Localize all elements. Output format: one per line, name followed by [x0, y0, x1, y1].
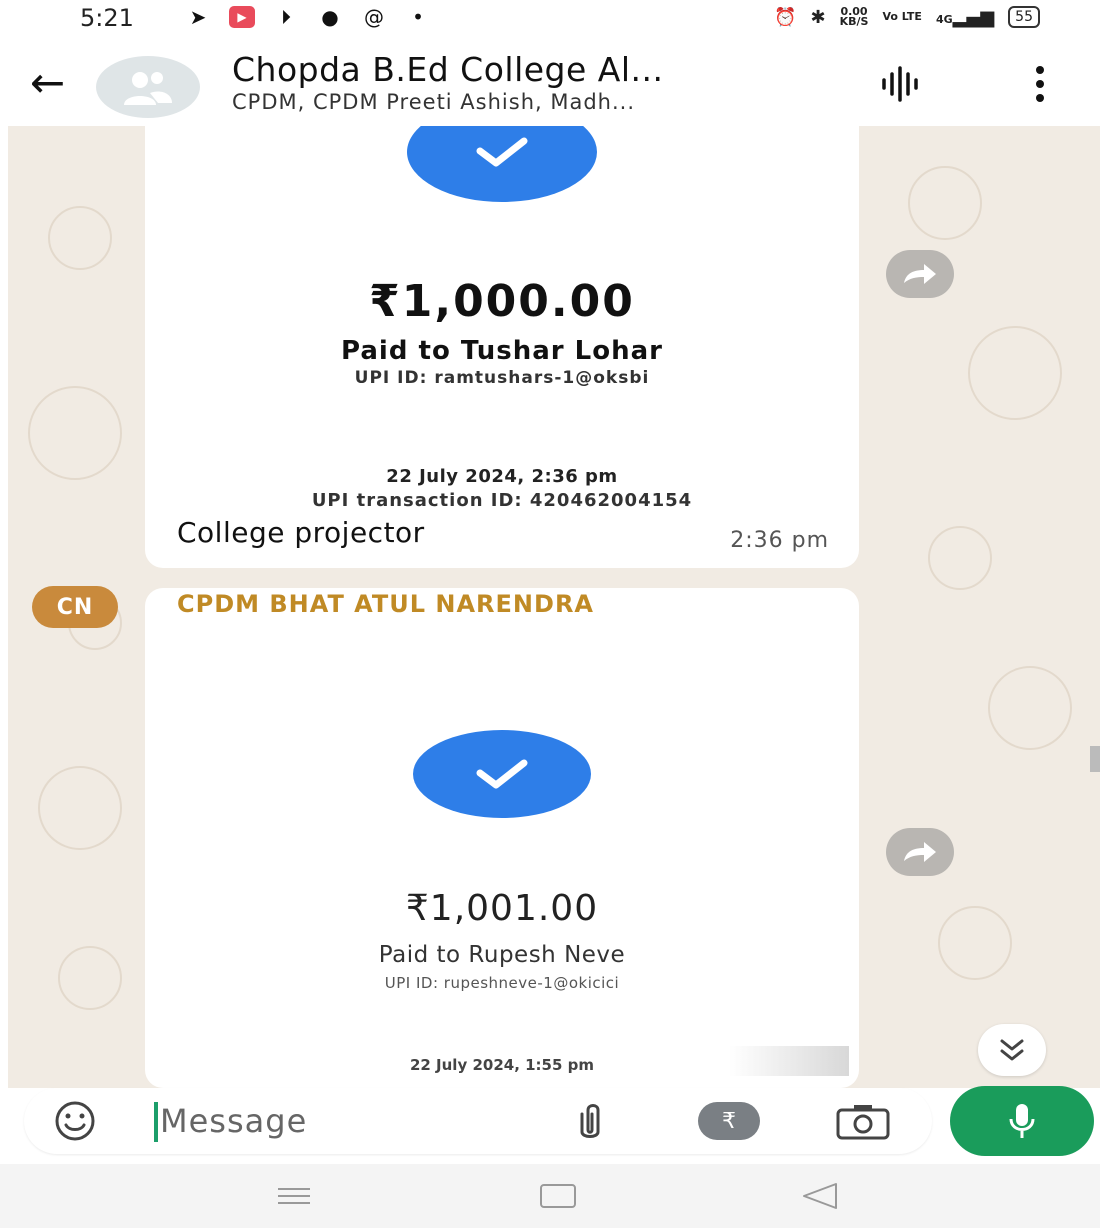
payment-date: 22 July 2024, 1:55 pm: [409, 1056, 595, 1074]
dot-icon: •: [412, 5, 424, 29]
group-icon: [124, 72, 172, 105]
wallpaper-doodle: [48, 206, 112, 270]
home-button-icon[interactable]: [540, 1184, 576, 1208]
payment-success-icon: [407, 126, 597, 202]
media-icon: ●: [321, 5, 339, 29]
forward-icon: [904, 264, 936, 284]
signal-icon: 4G▂▄▆: [935, 6, 995, 28]
battery-icon: 55: [1008, 6, 1040, 28]
youtube-icon: ▶: [229, 6, 255, 28]
network-type: 4G: [935, 12, 953, 26]
voice-message-button[interactable]: [950, 1086, 1094, 1156]
upi-id: UPI ID: ramtushars-1@oksbi: [354, 368, 650, 388]
bluetooth-icon: ✱: [810, 6, 826, 28]
group-avatar[interactable]: [96, 56, 200, 118]
wallpaper-doodle: [988, 666, 1072, 750]
threads-icon: @: [364, 5, 384, 29]
volte-indicator: Vo LTE: [882, 10, 922, 23]
camera-icon[interactable]: [832, 1102, 894, 1142]
wallpaper-doodle: [968, 326, 1062, 420]
microphone-icon: [1009, 1104, 1035, 1138]
wallpaper-doodle: [908, 166, 982, 240]
upi-id: UPI ID: rupeshneve-1@okicici: [384, 974, 620, 992]
payment-recipient: Paid to Rupesh Neve: [378, 942, 626, 968]
net-speed: 0.00 KB/S: [839, 6, 869, 28]
rupee-payment-icon[interactable]: ₹: [698, 1102, 760, 1140]
payment-recipient: Paid to Tushar Lohar: [341, 336, 663, 366]
double-chevron-down-icon: [1000, 1039, 1024, 1061]
telegram-icon: ➤: [189, 5, 207, 29]
text-cursor: [154, 1102, 158, 1142]
payment-amount: ₹1,001.00: [405, 888, 599, 929]
system-navigation-bar: [0, 1164, 1100, 1228]
forward-button[interactable]: [886, 828, 954, 876]
scroll-to-bottom-button[interactable]: [978, 1024, 1046, 1076]
wallpaper-doodle: [928, 526, 992, 590]
chat-subtitle[interactable]: CPDM, CPDM Preeti Ashish, Madh...: [232, 90, 635, 114]
checkmark-icon: [476, 759, 528, 789]
message-time: 2:36 pm: [730, 528, 829, 553]
message-input[interactable]: [160, 1100, 520, 1142]
checkmark-icon: [476, 137, 528, 167]
payment-success-icon: [413, 730, 591, 818]
sender-avatar[interactable]: CN: [32, 586, 118, 628]
chat-title[interactable]: Chopda B.Ed College Al...: [232, 50, 664, 89]
attachment-icon[interactable]: [572, 1102, 608, 1142]
scrollbar-thumb[interactable]: [1090, 746, 1100, 772]
more-options-icon[interactable]: [1030, 64, 1050, 104]
status-bar: 5:21 ➤ ▶ ⏵ ● @ • ⏰ ✱ 0.00 KB/S Vo LTE 4G…: [0, 0, 1100, 42]
back-arrow-icon[interactable]: ←: [30, 58, 65, 107]
play-icon: ⏵: [281, 5, 291, 29]
chat-header: ← Chopda B.Ed College Al... CPDM, CPDM P…: [0, 42, 1100, 126]
wallpaper-doodle: [58, 946, 122, 1010]
wallpaper-doodle: [38, 766, 122, 850]
payment-message-bubble[interactable]: CPDM BHAT ATUL NARENDRA ₹1,001.00 Paid t…: [145, 588, 859, 1088]
transaction-id: UPI transaction ID: 420462004154: [311, 490, 693, 511]
alarm-icon: ⏰: [774, 6, 797, 28]
wallpaper-doodle: [28, 386, 122, 480]
wallpaper-doodle: [938, 906, 1012, 980]
payment-date: 22 July 2024, 2:36 pm: [386, 466, 618, 487]
voice-chat-icon[interactable]: [880, 66, 920, 102]
payment-amount: ₹1,000.00: [369, 276, 635, 327]
emoji-icon[interactable]: [54, 1100, 96, 1142]
forward-icon: [904, 842, 936, 862]
payment-message-bubble[interactable]: ₹1,000.00 Paid to Tushar Lohar UPI ID: r…: [145, 126, 859, 568]
net-speed-unit: KB/S: [839, 15, 869, 28]
forward-button[interactable]: [886, 250, 954, 298]
sender-name[interactable]: CPDM BHAT ATUL NARENDRA: [177, 590, 594, 618]
message-composer: ₹: [24, 1088, 932, 1154]
message-caption: College projector: [177, 516, 425, 549]
system-icons: ⏰ ✱ 0.00 KB/S Vo LTE 4G▂▄▆ 55: [774, 6, 1040, 28]
back-triangle-icon[interactable]: [800, 1182, 840, 1210]
recent-apps-icon[interactable]: [276, 1186, 312, 1206]
status-time: 5:21: [80, 4, 134, 32]
notification-icons: ➤ ▶ ⏵ ● @ •: [185, 5, 431, 29]
